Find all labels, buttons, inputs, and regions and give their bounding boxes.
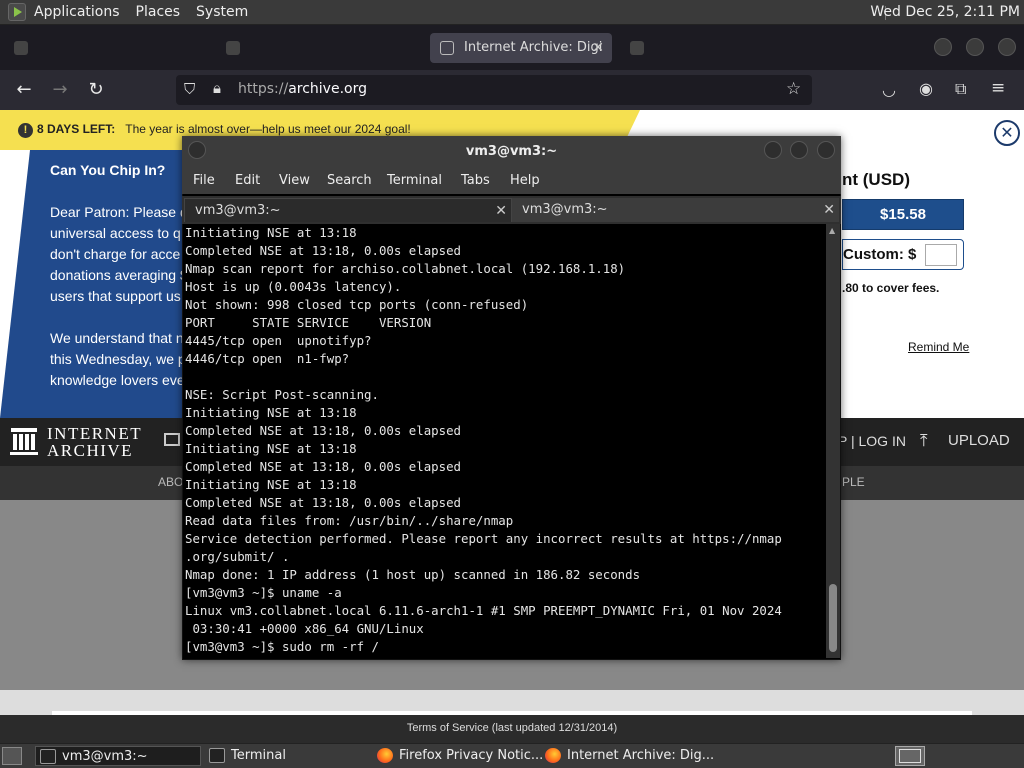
scroll-up-arrow-icon[interactable]: ▲ [829,226,835,235]
terminal-tab-active[interactable]: vm3@vm3:~ ✕ [184,198,512,222]
custom-amount-input[interactable] [925,244,957,266]
terminal-title: vm3@vm3:~ [465,144,558,159]
warning-icon: ! [18,123,33,138]
terminal-minimize-button[interactable] [764,141,782,159]
terminal-output-area[interactable]: Initiating NSE at 13:18 Completed NSE at… [184,224,824,658]
subnav-about[interactable]: ABO [158,475,183,489]
maximize-button[interactable] [966,38,984,56]
shield-icon[interactable]: ⛉ [184,80,195,98]
terminal-tab[interactable]: vm3@vm3:~ ✕ [512,198,839,222]
reload-icon[interactable]: ↻ [85,80,107,100]
forward-arrow-icon[interactable]: → [49,80,71,100]
appeal-heading: Can You Chip In? [50,162,166,178]
tab-favicon-icon [226,41,240,55]
upload-icon: ⤒ [920,431,928,451]
show-desktop-icon[interactable] [2,747,22,765]
system-menu[interactable]: System [188,0,256,25]
terminal-icon [209,748,225,763]
close-tab-icon[interactable]: ✕ [592,33,604,63]
login-link[interactable]: P | LOG IN [838,433,906,449]
scrollbar-thumb[interactable] [829,584,837,652]
tab-favicon-icon [630,41,644,55]
firefox-icon [545,748,561,763]
browser-tab[interactable] [4,33,214,63]
pocket-icon[interactable]: ◡ [882,80,896,99]
terminal-scrollbar[interactable]: ▲ [826,224,840,658]
terminal-icon [40,749,56,764]
terminal-maximize-button[interactable] [790,141,808,159]
close-window-button[interactable] [998,38,1016,56]
url-text[interactable]: https://archive.org [238,81,367,97]
back-arrow-icon[interactable]: ← [13,80,35,100]
terms-of-service-link[interactable]: Terms of Service (last updated 12/31/201… [0,722,1024,734]
close-banner-button[interactable]: ✕ [994,120,1020,146]
lock-icon[interactable]: 🔒︎ [213,79,221,97]
upload-link[interactable]: UPLOAD [948,432,1010,449]
browser-tab[interactable] [216,33,428,63]
menu-edit[interactable]: Edit [235,173,260,188]
taskbar-item-terminal[interactable]: Terminal [205,746,365,766]
applications-menu[interactable]: Applications [26,0,128,25]
bookmark-star-icon[interactable]: ☆ [786,79,801,99]
web-icon[interactable] [164,433,180,446]
taskbar-item-firefox-privacy[interactable]: Firefox Privacy Notic... [373,746,543,766]
browser-tab-active[interactable]: Internet Archive: Digi ✕ [430,33,612,63]
extensions-icon[interactable]: ⧉ [955,79,966,99]
ia-wordmark[interactable]: INTERNET ARCHIVE [47,425,142,459]
menu-help[interactable]: Help [510,173,540,188]
close-tab-icon[interactable]: ✕ [823,198,835,222]
remind-me-link[interactable]: Remind Me [908,340,969,354]
subnav-people[interactable]: PLE [842,475,865,489]
fees-text: .80 to cover fees. [842,281,940,295]
menu-search[interactable]: Search [327,173,372,188]
taskbar-item-terminal-window[interactable]: vm3@vm3:~ [35,746,201,766]
close-tab-icon[interactable]: ✕ [495,199,507,223]
taskbar-item-internet-archive[interactable]: Internet Archive: Dig... [541,746,714,766]
places-menu[interactable]: Places [128,0,189,25]
app-menu-icon[interactable]: ≡ [991,78,1005,98]
menu-file[interactable]: File [193,173,215,188]
tab-favicon-icon [14,41,28,55]
menu-terminal[interactable]: Terminal [387,173,442,188]
account-icon[interactable]: ◉ [919,79,933,98]
firefox-icon [377,748,393,763]
archive-favicon-icon [440,41,454,55]
custom-amount-field[interactable]: Custom: $ [842,239,964,270]
clock[interactable]: Wed Dec 25, 2:11 PM [870,0,1020,25]
donate-heading: nt (USD) [842,170,910,189]
menu-view[interactable]: View [279,173,310,188]
archive-logo-icon[interactable] [10,426,38,456]
minimize-button[interactable] [934,38,952,56]
applications-menu-icon[interactable] [8,3,26,21]
terminal-output: Initiating NSE at 13:18 Completed NSE at… [185,225,782,654]
workspace-thumbnail [899,749,921,763]
browser-tab-bar: Internet Archive: Digi ✕ [0,25,1024,70]
donation-amount-button[interactable]: $15.58 [842,199,964,230]
tab-label: Internet Archive: Digi [464,40,603,55]
top-panel: Applications Places System Wed Dec 25, 2… [0,0,1024,25]
terminal-close-button[interactable] [817,141,835,159]
browser-tab[interactable] [620,33,820,63]
appeal-text: Can You Chip In? Dear Patron: Please d u… [50,160,190,391]
menu-tabs[interactable]: Tabs [461,173,490,188]
